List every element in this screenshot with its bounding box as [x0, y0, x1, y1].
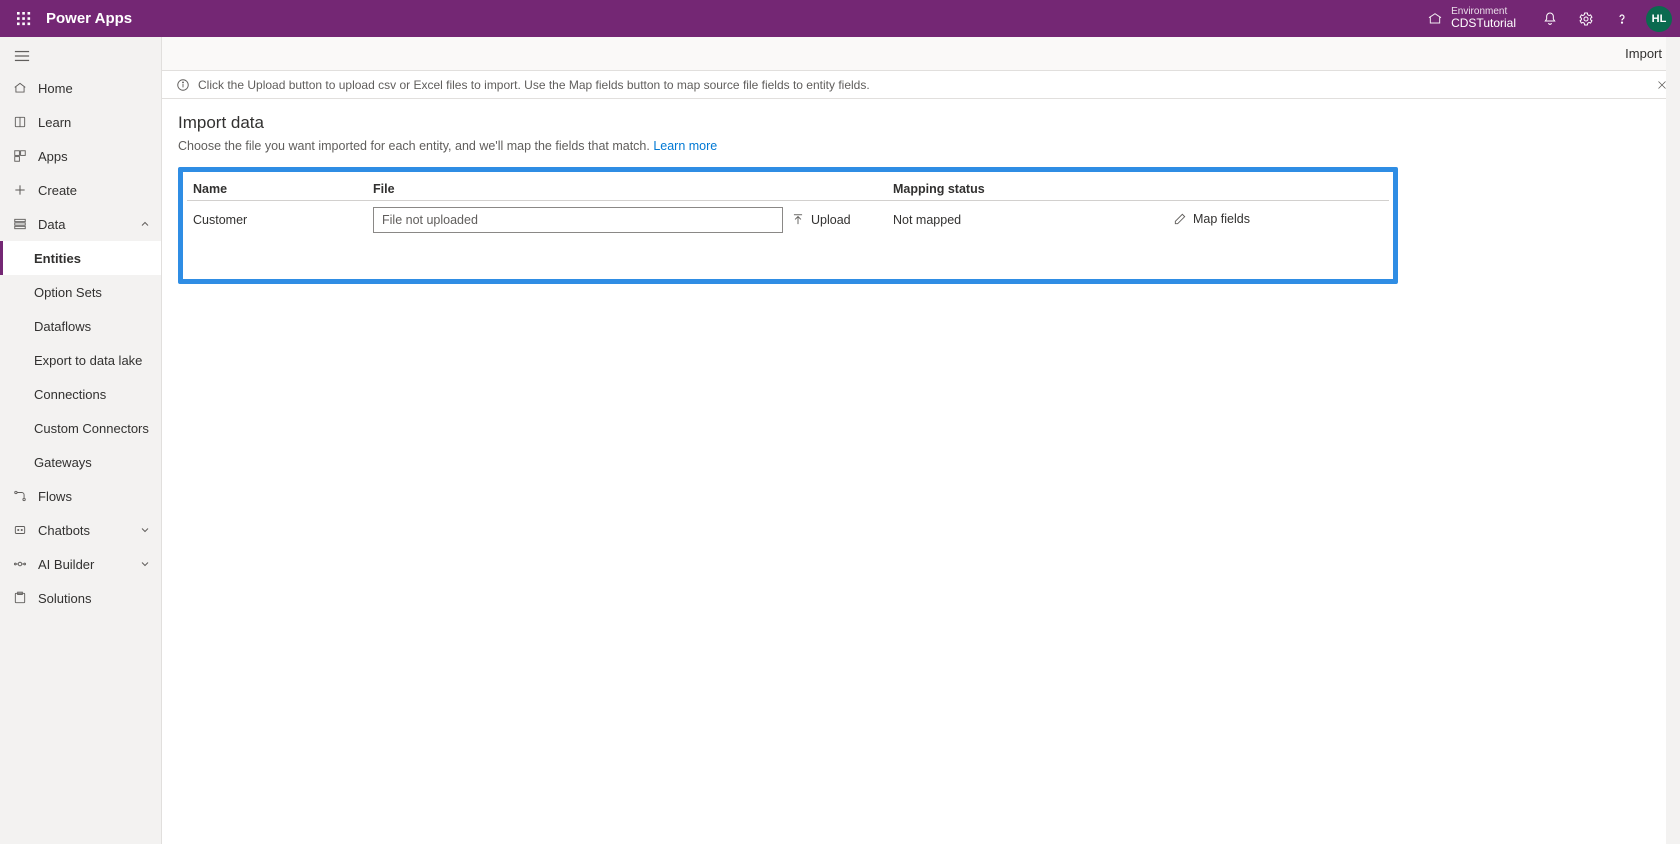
notifications-icon[interactable]: [1532, 1, 1568, 37]
sidebar-item-home[interactable]: Home: [0, 71, 161, 105]
upload-icon: [791, 213, 805, 227]
main-area: Import Click the Upload button to upload…: [162, 37, 1680, 844]
flow-icon: [12, 489, 28, 503]
data-icon: [12, 217, 28, 231]
sidebar-item-label: Option Sets: [34, 285, 102, 300]
sidebar-item-label: Data: [38, 217, 65, 232]
sidebar-item-custom-connectors[interactable]: Custom Connectors: [0, 411, 161, 445]
environment-label: Environment: [1451, 6, 1516, 17]
sidebar-item-export-to-data-lake[interactable]: Export to data lake: [0, 343, 161, 377]
sidebar-item-label: Custom Connectors: [34, 421, 149, 436]
sidebar-item-label: Apps: [38, 149, 68, 164]
sidebar-item-connections[interactable]: Connections: [0, 377, 161, 411]
sidebar-item-label: Home: [38, 81, 73, 96]
scrollbar-track[interactable]: [1666, 37, 1680, 844]
import-grid-highlight: Name File Mapping status Customer: [178, 167, 1398, 284]
sidebar-item-label: Dataflows: [34, 319, 91, 334]
sidebar-item-gateways[interactable]: Gateways: [0, 445, 161, 479]
sidebar-item-label: Connections: [34, 387, 106, 402]
file-placeholder: File not uploaded: [382, 213, 478, 227]
environment-icon: [1427, 11, 1443, 27]
sidebar-item-entities[interactable]: Entities: [0, 241, 161, 275]
apps-icon: [12, 149, 28, 163]
sidebar-item-chatbots[interactable]: Chatbots: [0, 513, 161, 547]
sidebar-item-create[interactable]: Create: [0, 173, 161, 207]
col-actions: [1167, 180, 1389, 201]
col-name: Name: [187, 180, 367, 201]
file-input[interactable]: File not uploaded: [373, 207, 783, 233]
sidebar-item-label: Flows: [38, 489, 72, 504]
import-grid: Name File Mapping status Customer: [187, 180, 1389, 239]
cell-entity-name: Customer: [187, 201, 367, 240]
page-description-text: Choose the file you want imported for ea…: [178, 139, 653, 153]
upload-label: Upload: [811, 213, 851, 227]
top-header: Power Apps Environment CDSTutorial HL: [0, 0, 1680, 37]
nav-collapse-icon[interactable]: [0, 41, 161, 71]
sidebar-item-learn[interactable]: Learn: [0, 105, 161, 139]
sidebar-item-solutions[interactable]: Solutions: [0, 581, 161, 615]
sidebar-item-flows[interactable]: Flows: [0, 479, 161, 513]
sidebar-item-label: Learn: [38, 115, 71, 130]
page-title: Import data: [178, 113, 1664, 133]
sidebar-item-label: Solutions: [38, 591, 91, 606]
edit-icon: [1173, 212, 1187, 226]
chatbot-icon: [12, 523, 28, 537]
app-title: Power Apps: [46, 10, 132, 27]
upload-button[interactable]: Upload: [791, 213, 851, 227]
solutions-icon: [12, 591, 28, 605]
command-bar: Import: [162, 37, 1680, 71]
settings-icon[interactable]: [1568, 1, 1604, 37]
sidebar-item-data[interactable]: Data: [0, 207, 161, 241]
home-icon: [12, 81, 28, 95]
environment-selector[interactable]: Environment CDSTutorial: [1427, 6, 1516, 30]
chevron-down-icon: [139, 524, 151, 536]
sidebar-item-label: AI Builder: [38, 557, 94, 572]
info-bar: Click the Upload button to upload csv or…: [162, 71, 1680, 99]
sidebar-item-label: Chatbots: [38, 523, 90, 538]
sidebar-item-option-sets[interactable]: Option Sets: [0, 275, 161, 309]
chevron-down-icon: [139, 558, 151, 570]
map-fields-label: Map fields: [1193, 212, 1250, 226]
info-icon: [176, 78, 190, 92]
cell-mapping-status: Not mapped: [887, 201, 1167, 240]
map-fields-button[interactable]: Map fields: [1173, 212, 1250, 226]
page-description: Choose the file you want imported for ea…: [178, 139, 1664, 153]
ai-icon: [12, 557, 28, 571]
chevron-up-icon: [139, 218, 151, 230]
col-file: File: [367, 180, 887, 201]
sidebar-item-apps[interactable]: Apps: [0, 139, 161, 173]
left-nav: Home Learn Apps Create Data: [0, 37, 162, 844]
import-command[interactable]: Import: [1625, 46, 1662, 61]
environment-name: CDSTutorial: [1451, 17, 1516, 30]
table-row: Customer File not uploaded: [187, 201, 1389, 240]
help-icon[interactable]: [1604, 1, 1640, 37]
user-avatar[interactable]: HL: [1646, 6, 1672, 32]
sidebar-item-label: Export to data lake: [34, 353, 142, 368]
plus-icon: [12, 183, 28, 197]
sidebar-item-ai-builder[interactable]: AI Builder: [0, 547, 161, 581]
content: Import data Choose the file you want imp…: [162, 99, 1680, 844]
sidebar-item-label: Create: [38, 183, 77, 198]
info-text: Click the Upload button to upload csv or…: [198, 78, 870, 92]
book-icon: [12, 115, 28, 129]
sidebar-item-label: Gateways: [34, 455, 92, 470]
col-mapping: Mapping status: [887, 180, 1167, 201]
sidebar-item-dataflows[interactable]: Dataflows: [0, 309, 161, 343]
sidebar-item-label: Entities: [34, 251, 81, 266]
app-launcher-icon[interactable]: [8, 3, 40, 35]
learn-more-link[interactable]: Learn more: [653, 139, 717, 153]
